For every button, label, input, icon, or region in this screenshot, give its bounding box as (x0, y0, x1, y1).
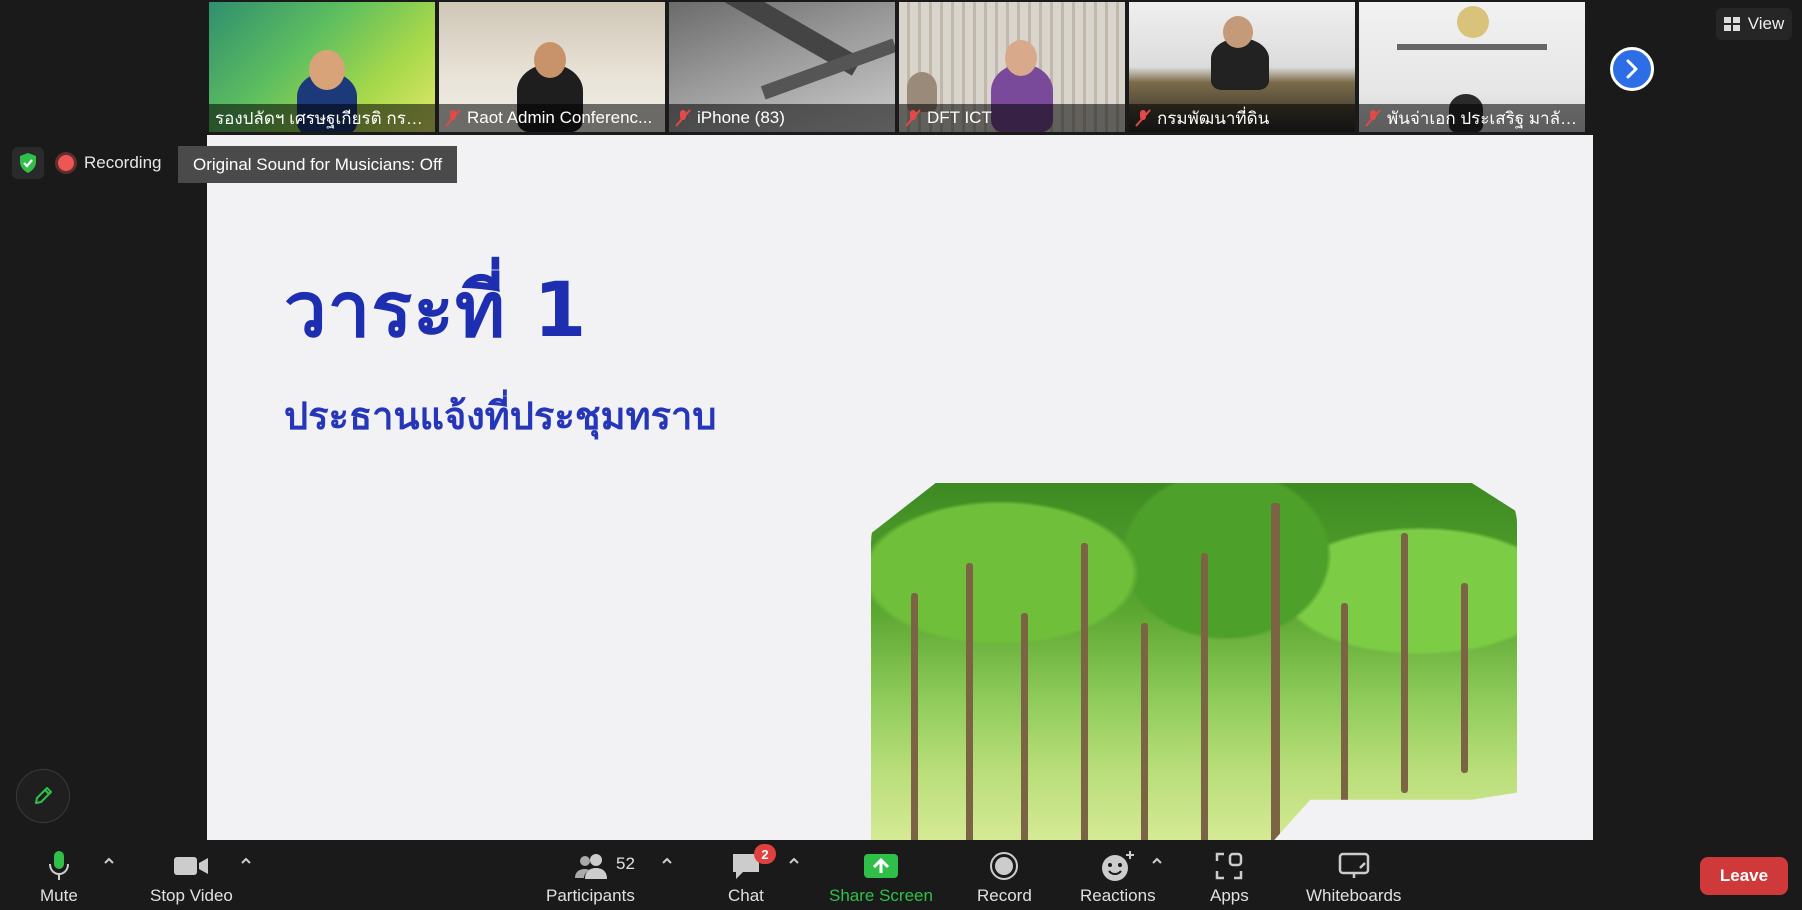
participant-name: DFT ICT (927, 108, 992, 127)
participant-name-bar: Raot Admin Conferenc... (439, 104, 665, 132)
muted-mic-icon (905, 109, 921, 127)
participants-count: 52 (616, 854, 635, 873)
participant-name-bar: พันจ่าเอก ประเสริฐ มาลัย ... (1359, 104, 1585, 132)
share-screen-label: Share Screen (829, 886, 933, 905)
video-camera-icon (174, 857, 209, 875)
chat-label: Chat (728, 886, 764, 905)
whiteboard-icon (1338, 852, 1369, 878)
muted-mic-icon (675, 109, 691, 127)
original-sound-tooltip[interactable]: Original Sound for Musicians: Off (178, 146, 458, 183)
participant-name: Raot Admin Conferenc... (467, 108, 653, 127)
security-shield-button[interactable] (12, 147, 44, 179)
participant-tile[interactable]: พันจ่าเอก ประเสริฐ มาลัย ... (1359, 2, 1585, 132)
participant-name: รองปลัดฯ เศรษฐเกียรติ กระจ่าง... (215, 108, 429, 128)
participant-name-bar: iPhone (83) (669, 104, 895, 132)
chevron-up-icon[interactable] (102, 854, 116, 868)
mute-label: Mute (40, 886, 78, 905)
chat-button[interactable]: 2 Chat (728, 844, 776, 906)
shield-check-icon (20, 153, 36, 173)
participant-strip: รองปลัดฯ เศรษฐเกียรติ กระจ่าง... Raot Ad… (209, 2, 1585, 132)
participants-icon (575, 854, 607, 879)
participant-tile[interactable]: iPhone (83) (669, 2, 895, 132)
muted-mic-icon (1135, 109, 1151, 127)
apps-icon (1216, 852, 1243, 880)
participants-label: Participants (546, 886, 635, 905)
leave-button[interactable]: Leave (1700, 857, 1788, 895)
microphone-icon (48, 851, 69, 880)
participant-tile[interactable]: รองปลัดฯ เศรษฐเกียรติ กระจ่าง... (209, 2, 435, 132)
muted-mic-icon (1365, 109, 1381, 127)
slide-title: วาระที่ 1 (284, 265, 588, 354)
reactions-button[interactable]: Reactions (1080, 848, 1156, 906)
smiley-plus-icon (1101, 851, 1134, 881)
chevron-up-icon[interactable] (660, 854, 674, 868)
stop-video-label: Stop Video (150, 886, 233, 905)
whiteboards-button[interactable]: Whiteboards (1306, 848, 1401, 906)
chevron-up-icon[interactable] (787, 854, 801, 868)
mute-button[interactable]: Mute (40, 848, 78, 906)
view-button[interactable]: View (1716, 8, 1792, 40)
participant-name: พันจ่าเอก ประเสริฐ มาลัย ... (1387, 108, 1579, 128)
meeting-toolbar: Mute Stop Video 52 Participants 2 Chat S… (0, 840, 1802, 910)
whiteboards-label: Whiteboards (1306, 886, 1402, 905)
grid-icon (1723, 17, 1740, 31)
next-participants-button[interactable] (1610, 47, 1654, 91)
participant-name-bar: DFT ICT (899, 104, 1125, 132)
recording-indicator[interactable]: Recording (58, 147, 162, 179)
chevron-up-icon[interactable] (239, 854, 253, 868)
slide-subtitle: ประธานแจ้งที่ประชุมทราบ (284, 394, 717, 438)
annotate-button[interactable] (16, 769, 70, 823)
muted-mic-icon (445, 109, 461, 127)
participants-button[interactable]: 52 Participants (546, 848, 635, 906)
apps-label: Apps (1210, 886, 1249, 905)
share-screen-button[interactable]: Share Screen (829, 848, 933, 906)
pencil-icon (35, 787, 52, 804)
forest-image (871, 483, 1517, 840)
chevron-right-icon (1626, 59, 1638, 79)
recording-label: Recording (84, 153, 162, 172)
apps-button[interactable]: Apps (1210, 848, 1249, 906)
record-button[interactable]: Record (977, 848, 1032, 906)
shared-screen: วาระที่ 1 ประธานแจ้งที่ประชุมทราบ (207, 135, 1593, 840)
zoom-meeting-window: รองปลัดฯ เศรษฐเกียรติ กระจ่าง... Raot Ad… (0, 0, 1802, 910)
stop-video-button[interactable]: Stop Video (150, 848, 233, 906)
participant-name-bar: กรมพัฒนาที่ดิน (1129, 104, 1355, 132)
participant-tile[interactable]: Raot Admin Conferenc... (439, 2, 665, 132)
reactions-label: Reactions (1080, 886, 1156, 905)
chevron-up-icon[interactable] (1150, 854, 1164, 868)
record-icon (990, 852, 1019, 880)
participant-name-bar: รองปลัดฯ เศรษฐเกียรติ กระจ่าง... (209, 104, 435, 132)
view-label: View (1747, 14, 1785, 33)
participant-tile[interactable]: DFT ICT (899, 2, 1125, 132)
participant-tile[interactable]: กรมพัฒนาที่ดิน (1129, 2, 1355, 132)
participant-name: กรมพัฒนาที่ดิน (1157, 108, 1270, 128)
record-label: Record (977, 886, 1032, 905)
chat-unread-badge: 2 (753, 844, 776, 864)
recording-dot-icon (58, 155, 74, 171)
participant-name: iPhone (83) (697, 108, 785, 127)
share-screen-icon (863, 854, 898, 878)
